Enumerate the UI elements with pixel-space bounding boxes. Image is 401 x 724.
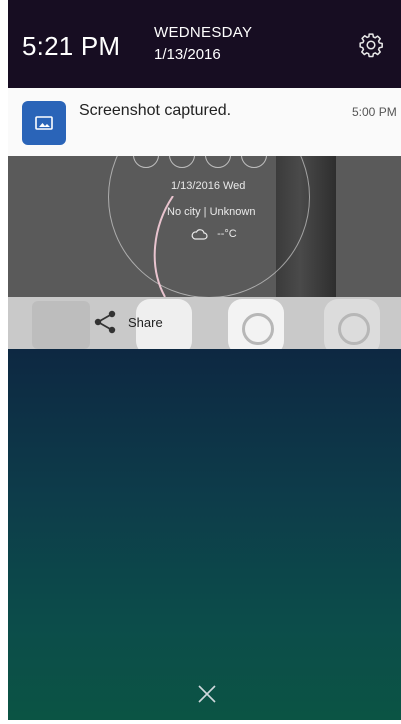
share-icon (94, 310, 116, 334)
share-button[interactable]: Share (92, 307, 163, 337)
day-of-week: WEDNESDAY (154, 24, 253, 41)
notification-title: Screenshot captured. (79, 102, 232, 119)
share-bar: Share (8, 297, 401, 355)
shade-header: 5:21 PM WEDNESDAY 1/13/2016 (8, 0, 401, 88)
notification-time: 5:00 PM (352, 105, 397, 119)
notification-shade: 5:21 PM WEDNESDAY 1/13/2016 Screenshot c… (8, 0, 401, 720)
gear-icon[interactable] (358, 32, 384, 58)
image-icon (35, 116, 53, 130)
cloud-icon (191, 229, 208, 240)
share-label: Share (128, 314, 163, 330)
screenshot-notification[interactable]: Screenshot captured. 5:00 PM (8, 88, 401, 156)
clock-time: 5:21 PM (22, 31, 121, 61)
shade-background (8, 349, 401, 720)
close-icon[interactable] (196, 683, 218, 705)
preview-temperature-value: --°C (217, 228, 237, 240)
preview-date-line: 1/13/2016 Wed (171, 180, 246, 192)
notification-app-icon (22, 101, 66, 145)
preview-location-line: No city | Unknown (167, 206, 256, 218)
preview-app-icon (324, 299, 380, 355)
preview-app-icon (228, 299, 284, 355)
date-text: 1/13/2016 (154, 46, 221, 63)
preview-app-grid (32, 301, 90, 349)
preview-clock-digits (133, 156, 277, 173)
preview-temperature: --°C (190, 228, 237, 240)
screenshot-preview[interactable]: 1/13/2016 Wed No city | Unknown --°C (8, 156, 401, 297)
